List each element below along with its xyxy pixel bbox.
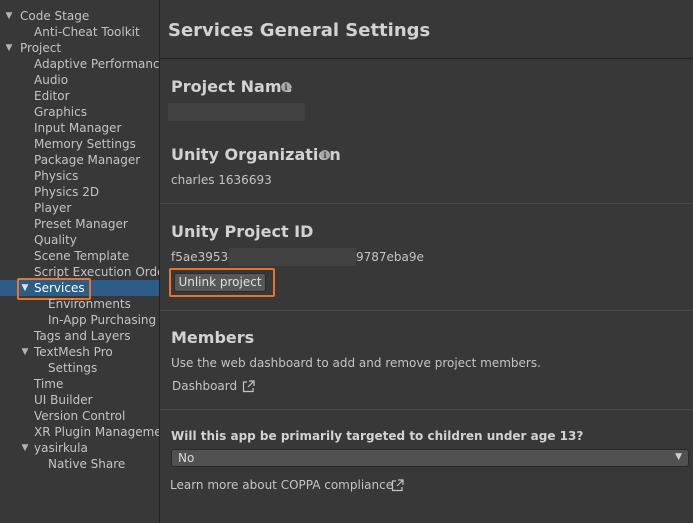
tree-item-quality[interactable]: Quality xyxy=(0,232,159,248)
tree-item-label: Code Stage xyxy=(20,9,90,23)
tree-item-preset-manager[interactable]: Preset Manager xyxy=(0,216,159,232)
organization-value: charles 1636693 xyxy=(171,173,272,187)
tree-item-label: Package Manager xyxy=(34,153,141,167)
section-divider xyxy=(160,409,693,410)
expand-arrow-icon[interactable]: ▼ xyxy=(4,8,14,24)
coppa-question: Will this app be primarily targeted to c… xyxy=(171,429,584,443)
tree-item-label: Time xyxy=(34,377,64,391)
tree-item-editor[interactable]: Editor xyxy=(0,88,159,104)
tree-item-time[interactable]: Time xyxy=(0,376,159,392)
tree-item-settings[interactable]: Settings xyxy=(0,360,159,376)
tree-item-label: Physics 2D xyxy=(34,185,100,199)
members-heading: Members xyxy=(171,328,255,347)
tree-item-label: Settings xyxy=(48,361,98,375)
tree-item-input-manager[interactable]: Input Manager xyxy=(0,120,159,136)
expand-arrow-icon[interactable]: ▼ xyxy=(20,344,30,360)
expand-arrow-icon[interactable]: ▼ xyxy=(20,440,30,456)
tree-item-adaptive-performance[interactable]: Adaptive Performance xyxy=(0,56,159,72)
info-icon[interactable]: i xyxy=(281,82,291,92)
page-title: Services General Settings xyxy=(168,20,431,41)
tree-item-label: Graphics xyxy=(34,105,87,119)
tree-item-memory-settings[interactable]: Memory Settings xyxy=(0,136,159,152)
tree-item-tags-and-layers[interactable]: Tags and Layers xyxy=(0,328,159,344)
section-divider xyxy=(160,310,693,311)
tree-item-graphics[interactable]: Graphics xyxy=(0,104,159,120)
tree-item-label: yasirkula xyxy=(34,441,88,455)
tree-item-label: Memory Settings xyxy=(34,137,136,151)
tree-item-label: Quality xyxy=(34,233,77,247)
chevron-down-icon: ▼ xyxy=(675,452,682,462)
tree-item-ui-builder[interactable]: UI Builder xyxy=(0,392,159,408)
tree-item-label: Native Share xyxy=(48,457,126,471)
external-link-icon[interactable] xyxy=(391,479,404,492)
tree-item-label: Audio xyxy=(34,73,69,87)
external-link-icon[interactable] xyxy=(242,380,255,393)
tree-item-label: Input Manager xyxy=(34,121,122,135)
tree-item-native-share[interactable]: Native Share xyxy=(0,456,159,472)
tree-item-label: TextMesh Pro xyxy=(34,345,113,359)
coppa-dropdown[interactable]: No ▼ xyxy=(171,449,689,467)
tree-item-in-app-purchasing[interactable]: In-App Purchasing xyxy=(0,312,159,328)
tree-item-environments[interactable]: Environments xyxy=(0,296,159,312)
tree-item-label: Version Control xyxy=(34,409,126,423)
tree-item-physics-2d[interactable]: Physics 2D xyxy=(0,184,159,200)
coppa-learn-more-link[interactable]: Learn more about COPPA compliance xyxy=(170,478,393,492)
unlink-highlight-box xyxy=(169,268,275,297)
tree-item-textmesh-pro[interactable]: ▼ TextMesh Pro xyxy=(0,344,159,360)
tree-item-label: Project xyxy=(20,41,62,55)
project-id-suffix: 9787eba9e xyxy=(356,250,424,264)
tree-item-yasirkula[interactable]: ▼ yasirkula xyxy=(0,440,159,456)
tree-item-label: Editor xyxy=(34,89,70,103)
tree-item-project[interactable]: ▼ Project xyxy=(0,40,159,56)
tree-item-label: In-App Purchasing xyxy=(48,313,157,327)
project-id-heading: Unity Project ID xyxy=(171,222,314,241)
coppa-selected-value: No xyxy=(178,451,195,465)
tree-item-scene-template[interactable]: Scene Template xyxy=(0,248,159,264)
expand-arrow-icon[interactable]: ▼ xyxy=(4,40,14,56)
tree-item-code-stage[interactable]: ▼ Code Stage xyxy=(0,8,159,24)
tree-item-label: XR Plugin Management xyxy=(34,425,159,439)
services-settings-panel: Services General Settings Project Name i… xyxy=(160,0,693,523)
dashboard-link[interactable]: Dashboard xyxy=(172,379,237,393)
project-id-prefix: f5ae3953- xyxy=(171,250,233,264)
tree-item-xr-plugin-management[interactable]: XR Plugin Management xyxy=(0,424,159,440)
tree-item-label: Tags and Layers xyxy=(34,329,131,343)
tree-item-label: Adaptive Performance xyxy=(34,57,159,71)
redacted-project-id xyxy=(229,248,356,266)
title-divider xyxy=(160,58,693,59)
redacted-project-name xyxy=(168,103,305,121)
tree-item-label: Player xyxy=(34,201,72,215)
organization-heading: Unity Organization xyxy=(171,145,341,164)
tree-item-anti-cheat-toolkit[interactable]: Anti-Cheat Toolkit xyxy=(0,24,159,40)
section-divider xyxy=(160,203,693,204)
info-icon[interactable]: i xyxy=(320,150,330,160)
tree-item-audio[interactable]: Audio xyxy=(0,72,159,88)
tree-item-version-control[interactable]: Version Control xyxy=(0,408,159,424)
members-description: Use the web dashboard to add and remove … xyxy=(171,356,541,370)
project-name-heading: Project Name xyxy=(171,77,293,96)
tree-item-label: Physics xyxy=(34,169,79,183)
tree-item-player[interactable]: Player xyxy=(0,200,159,216)
tree-item-physics[interactable]: Physics xyxy=(0,168,159,184)
tree-item-label: Preset Manager xyxy=(34,217,128,231)
tree-item-package-manager[interactable]: Package Manager xyxy=(0,152,159,168)
tree-item-label: UI Builder xyxy=(34,393,93,407)
tree-item-label: Environments xyxy=(48,297,131,311)
project-settings-tree: ▼ Code Stage Anti-Cheat Toolkit ▼ Projec… xyxy=(0,0,160,523)
tree-item-label: Scene Template xyxy=(34,249,130,263)
tree-item-label: Anti-Cheat Toolkit xyxy=(34,25,140,39)
